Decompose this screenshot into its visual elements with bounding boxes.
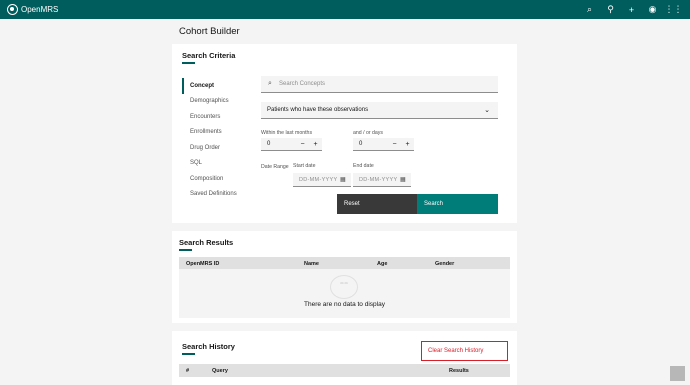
col-name: Name xyxy=(304,260,319,267)
calendar-icon: ▦ xyxy=(340,177,346,183)
concept-search-placeholder: Search Concepts xyxy=(279,81,326,87)
col-age: Age xyxy=(377,260,388,267)
user-icon[interactable]: ◉ xyxy=(642,4,663,15)
search-criteria-card: Search Criteria Concept Demographics Enc… xyxy=(172,44,517,223)
chevron-down-icon: ⌄ xyxy=(484,107,490,114)
increment-button[interactable]: + xyxy=(309,141,322,148)
criteria-tabs: Concept Demographics Encounters Enrollme… xyxy=(182,78,246,202)
scroll-corner[interactable] xyxy=(670,366,685,381)
tab-drug-order[interactable]: Drug Order xyxy=(182,140,246,156)
openmrs-logo[interactable]: OpenMRS xyxy=(7,4,58,15)
tab-concept[interactable]: Concept xyxy=(182,78,246,94)
days-value: 0 xyxy=(359,141,363,147)
search-icon[interactable]: ⌕ xyxy=(579,4,600,15)
openmrs-logo-icon xyxy=(7,4,18,15)
add-icon[interactable]: + xyxy=(621,5,642,15)
brand-name: OpenMRS xyxy=(21,5,59,14)
col-gender: Gender xyxy=(435,260,455,267)
top-nav-bar: OpenMRS ⌕ ⚲ + ◉ ⋮⋮ xyxy=(0,0,690,19)
search-button[interactable]: Search xyxy=(417,194,498,214)
search-results-card: Search Results OpenMRS ID Name Age Gende… xyxy=(172,231,517,323)
decrement-button[interactable]: − xyxy=(296,141,309,148)
observation-type-dropdown[interactable]: Patients who have these observations ⌄ xyxy=(261,102,498,119)
col-index: # xyxy=(186,367,190,374)
within-months-stepper[interactable]: 0 − + xyxy=(261,138,322,151)
tab-saved-definitions[interactable]: Saved Definitions xyxy=(182,187,246,203)
empty-state: ▭ ▭ There are no data to display xyxy=(179,269,510,318)
col-query: Query xyxy=(212,367,228,374)
calendar-icon: ▦ xyxy=(400,177,406,183)
search-history-card: Search History Clear Search History # Qu… xyxy=(172,331,517,385)
end-date-input[interactable]: DD-MM-YYYY ▦ xyxy=(353,173,411,187)
app-switcher-icon[interactable]: ⋮⋮ xyxy=(663,4,684,15)
start-date-label: Start date xyxy=(293,163,316,169)
end-date-label: End date xyxy=(353,163,374,169)
increment-button[interactable]: + xyxy=(401,141,414,148)
col-openmrs-id: OpenMRS ID xyxy=(186,260,220,267)
page-title: Cohort Builder xyxy=(179,26,240,37)
start-date-placeholder: DD-MM-YYYY xyxy=(299,176,338,183)
tab-sql[interactable]: SQL xyxy=(182,156,246,172)
date-range-label: Date Range xyxy=(261,164,289,170)
end-date-placeholder: DD-MM-YYYY xyxy=(359,176,398,183)
within-months-label: Within the last months xyxy=(261,130,313,136)
history-table-header: # Query Results xyxy=(179,364,510,377)
reset-button[interactable]: Reset xyxy=(337,194,417,214)
empty-state-text: There are no data to display xyxy=(304,301,385,308)
days-label: and / or days xyxy=(353,130,383,136)
tab-composition[interactable]: Composition xyxy=(182,171,246,187)
empty-data-icon: ▭ ▭ xyxy=(330,275,358,299)
concept-search-input[interactable]: ⌕ Search Concepts xyxy=(261,76,498,93)
decrement-button[interactable]: − xyxy=(388,141,401,148)
start-date-input[interactable]: DD-MM-YYYY ▦ xyxy=(293,173,351,187)
user-search-icon[interactable]: ⚲ xyxy=(600,4,621,15)
search-criteria-title: Search Criteria xyxy=(182,51,236,64)
clear-search-history-button[interactable]: Clear Search History xyxy=(421,341,508,361)
col-results: Results xyxy=(449,367,469,374)
search-results-title: Search Results xyxy=(179,238,234,251)
days-stepper[interactable]: 0 − + xyxy=(353,138,414,151)
dropdown-selected-value: Patients who have these observations xyxy=(267,107,369,113)
tab-enrollments[interactable]: Enrollments xyxy=(182,125,246,141)
within-months-value: 0 xyxy=(267,141,271,147)
search-history-title: Search History xyxy=(182,342,235,355)
tab-demographics[interactable]: Demographics xyxy=(182,94,246,110)
search-icon: ⌕ xyxy=(268,80,272,87)
tab-encounters[interactable]: Encounters xyxy=(182,109,246,125)
